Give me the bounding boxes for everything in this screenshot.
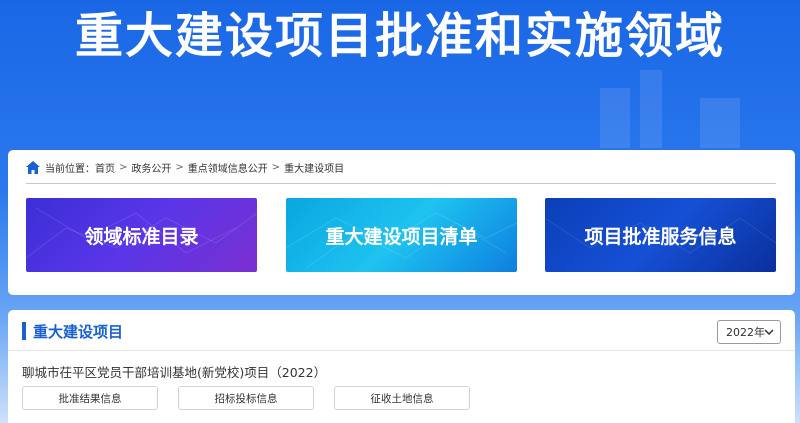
breadcrumb-key-areas[interactable]: 重点领域信息公开 [188,160,268,175]
tile-label: 重大建设项目清单 [325,225,478,248]
land-acquisition-button[interactable]: 征收土地信息 [334,386,470,410]
chevron-down-icon [764,329,774,336]
breadcrumb-label: 当前位置： [45,163,95,175]
section-divider [8,350,795,351]
project-title-link[interactable]: 聊城市茌平区党员干部培训基地(新党校)项目（2022） [22,362,326,381]
page-banner-title: 重大建设项目批准和实施领域 [74,8,725,64]
background-decoration [700,98,740,148]
tile-label: 领域标准目录 [84,225,199,248]
breadcrumb-separator: > [271,161,281,173]
background-decoration [600,88,630,148]
section-accent-bar [22,322,26,340]
background-decoration [640,70,662,148]
tile-standard-catalog[interactable]: 领域标准目录 [26,198,257,272]
year-select-value: 2022年 [726,326,765,339]
breadcrumb: 当前位置： 首页 > 政务公开 > 重点领域信息公开 > 重大建设项目 [26,159,344,175]
breadcrumb-home[interactable]: 首页 [95,160,115,175]
breadcrumb-divider [26,183,776,184]
approval-result-button[interactable]: 批准结果信息 [22,386,158,410]
navigation-card: 当前位置： 首页 > 政务公开 > 重点领域信息公开 > 重大建设项目 领域标准… [8,150,795,295]
section-title: 重大建设项目 [33,322,124,341]
home-icon[interactable] [26,160,40,174]
tile-major-project-list[interactable]: 重大建设项目清单 [286,198,517,272]
breadcrumb-separator: > [119,161,128,173]
project-list-card: 重大建设项目 2022年 聊城市茌平区党员干部培训基地(新党校)项目（2022）… [8,310,795,423]
tile-approval-service-info[interactable]: 项目批准服务信息 [545,198,776,272]
breadcrumb-separator: > [175,161,184,173]
breadcrumb-current[interactable]: 重大建设项目 [284,160,344,175]
section-header: 重大建设项目 [22,322,124,341]
tile-label: 项目批准服务信息 [584,225,737,248]
bidding-info-button[interactable]: 招标投标信息 [178,386,314,410]
breadcrumb-gov-affairs[interactable]: 政务公开 [131,160,171,175]
year-select[interactable]: 2022年 [717,320,781,344]
